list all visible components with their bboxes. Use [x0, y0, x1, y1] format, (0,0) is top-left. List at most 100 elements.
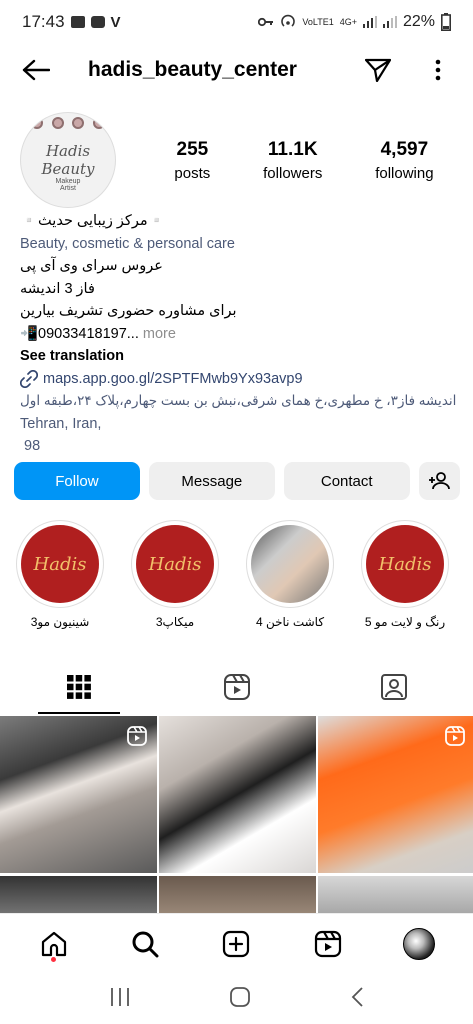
bio-more-link[interactable]: more	[139, 326, 176, 342]
recents-button[interactable]	[109, 987, 131, 1012]
tagged-icon	[381, 674, 408, 700]
bio-name: ▫️مرکز زیبایی حدیث▫️	[20, 213, 166, 229]
reel-badge-icon	[127, 726, 147, 746]
post-thumbnail[interactable]	[0, 716, 157, 873]
add-person-icon	[429, 472, 451, 490]
notification-dot	[51, 956, 57, 962]
highlight-ring: Hadis	[361, 520, 449, 608]
user-avatar	[403, 927, 436, 960]
see-translation-link[interactable]: See translation	[20, 345, 460, 368]
post-thumbnail[interactable]	[318, 716, 473, 873]
flower-icon	[51, 117, 64, 129]
followers-label: followers	[263, 164, 323, 182]
add-post-icon	[223, 930, 250, 957]
highlight-cover: Hadis	[21, 525, 99, 603]
more-options-button[interactable]	[423, 55, 453, 85]
highlight-cover: Hadis	[136, 525, 214, 603]
stat-posts[interactable]: 255 posts	[174, 139, 210, 182]
bio-address-line3: 98	[24, 438, 41, 454]
avatar-logo-sub1: Makeup	[55, 178, 81, 185]
highlight-item[interactable]: Hadis میکاپ3	[129, 520, 221, 640]
tab-reels[interactable]	[158, 660, 316, 714]
profile-actions: Follow Message Contact	[14, 462, 460, 500]
profile-bio: ▫️مرکز زیبایی حدیث▫️ Beauty, cosmetic & …	[20, 210, 460, 458]
highlight-cover-text: Hadis	[33, 553, 87, 575]
recents-icon	[111, 987, 130, 1006]
bio-address-line2: Tehran, Iran,	[20, 415, 102, 432]
nav-create[interactable]	[216, 924, 256, 964]
signal-icon-2	[382, 16, 397, 28]
nav-profile[interactable]	[399, 924, 439, 964]
story-highlights: Hadis شینیون مو3 Hadis میکاپ3 کاشت ناخن …	[14, 520, 473, 640]
profile-header: Hadis Beauty Makeup Artist 255 posts 11.…	[20, 110, 460, 210]
profile-avatar[interactable]: Hadis Beauty Makeup Artist	[20, 112, 116, 208]
top-actions	[363, 55, 453, 85]
stat-following[interactable]: 4,597 following	[375, 139, 433, 182]
home-system-button[interactable]	[229, 986, 251, 1013]
bio-link-row[interactable]: maps.app.goo.gl/2SPTFMwb9Yx93avp9	[20, 368, 460, 391]
bio-address-line1: اندیشه فاز۳، خ مطهری،خ همای شرقی،نبش بن …	[20, 393, 457, 408]
link-icon	[20, 369, 38, 388]
battery-icon	[441, 13, 451, 31]
bio-phone[interactable]: 📲09033418197...	[20, 326, 139, 342]
post-thumbnail[interactable]	[159, 716, 316, 873]
highlight-label: شینیون مو3	[30, 615, 90, 629]
stat-followers[interactable]: 11.1K followers	[263, 139, 322, 182]
reels-nav-icon	[314, 930, 341, 957]
nav-search[interactable]	[125, 924, 165, 964]
back-system-button[interactable]	[350, 986, 364, 1013]
gallery-icon	[70, 16, 85, 28]
contact-button[interactable]: Contact	[283, 462, 410, 500]
more-vertical-icon	[435, 59, 441, 81]
nav-home[interactable]	[34, 924, 74, 964]
status-bar: 17:43 V VoLTE1 4G+ 22%	[0, 0, 473, 44]
v-icon: V	[110, 13, 121, 31]
highlight-cover-text: Hadis	[378, 553, 432, 575]
bio-line3: برای مشاوره حضوری تشریف بیارین	[20, 303, 237, 319]
highlight-label: کاشت ناخن 4	[255, 615, 325, 629]
post-grid	[0, 716, 473, 916]
profile-tabs	[0, 660, 473, 714]
posts-label: posts	[174, 164, 211, 182]
bio-line2: فاز 3 اندیشه	[20, 280, 95, 297]
top-bar: hadis_beauty_center	[0, 48, 473, 92]
profile-stats: 255 posts 11.1K followers 4,597 followin…	[148, 139, 460, 182]
highlight-item[interactable]: Hadis شینیون مو3	[14, 520, 106, 640]
highlight-ring: Hadis	[16, 520, 104, 608]
post-thumbnail[interactable]	[318, 875, 473, 916]
flower-icon	[92, 117, 105, 129]
highlight-label: میکاپ3	[155, 615, 195, 629]
system-nav-bar	[0, 974, 473, 1024]
key-icon	[258, 17, 274, 27]
youtube-icon	[90, 16, 105, 28]
message-button[interactable]: Message	[148, 462, 275, 500]
avatar-logo-line2: Beauty	[41, 160, 95, 178]
followers-count: 11.1K	[267, 138, 318, 160]
avatar-flowers	[31, 117, 105, 139]
send-button[interactable]	[363, 55, 393, 85]
posts-count: 255	[176, 138, 209, 160]
tab-tagged[interactable]	[315, 660, 473, 714]
signal-icon	[362, 16, 377, 28]
home-icon	[41, 931, 66, 956]
highlight-cover-text: Hadis	[148, 553, 202, 575]
highlight-item[interactable]: کاشت ناخن 4	[244, 520, 336, 640]
bio-category: Beauty, cosmetic & personal care	[20, 235, 235, 252]
highlight-item[interactable]: Hadis رنگ و لایت مو 5	[359, 520, 451, 640]
tab-posts[interactable]	[0, 660, 158, 714]
back-button[interactable]	[20, 54, 52, 86]
search-icon	[132, 931, 159, 957]
bio-link[interactable]: maps.app.goo.gl/2SPTFMwb9Yx93avp9	[43, 368, 303, 391]
post-thumbnail[interactable]	[159, 875, 316, 916]
status-left: 17:43 V	[22, 12, 121, 32]
post-thumbnail[interactable]	[0, 875, 157, 916]
volte-label: VoLTE1	[302, 16, 334, 27]
follow-button[interactable]: Follow	[14, 462, 140, 500]
avatar-logo-line1: Hadis	[45, 142, 91, 160]
reel-badge-icon	[445, 726, 465, 746]
status-time: 17:43	[22, 12, 65, 31]
flower-icon	[31, 117, 43, 129]
suggest-people-button[interactable]	[418, 462, 460, 500]
nav-reels[interactable]	[308, 924, 348, 964]
status-right: VoLTE1 4G+ 22%	[258, 13, 451, 31]
